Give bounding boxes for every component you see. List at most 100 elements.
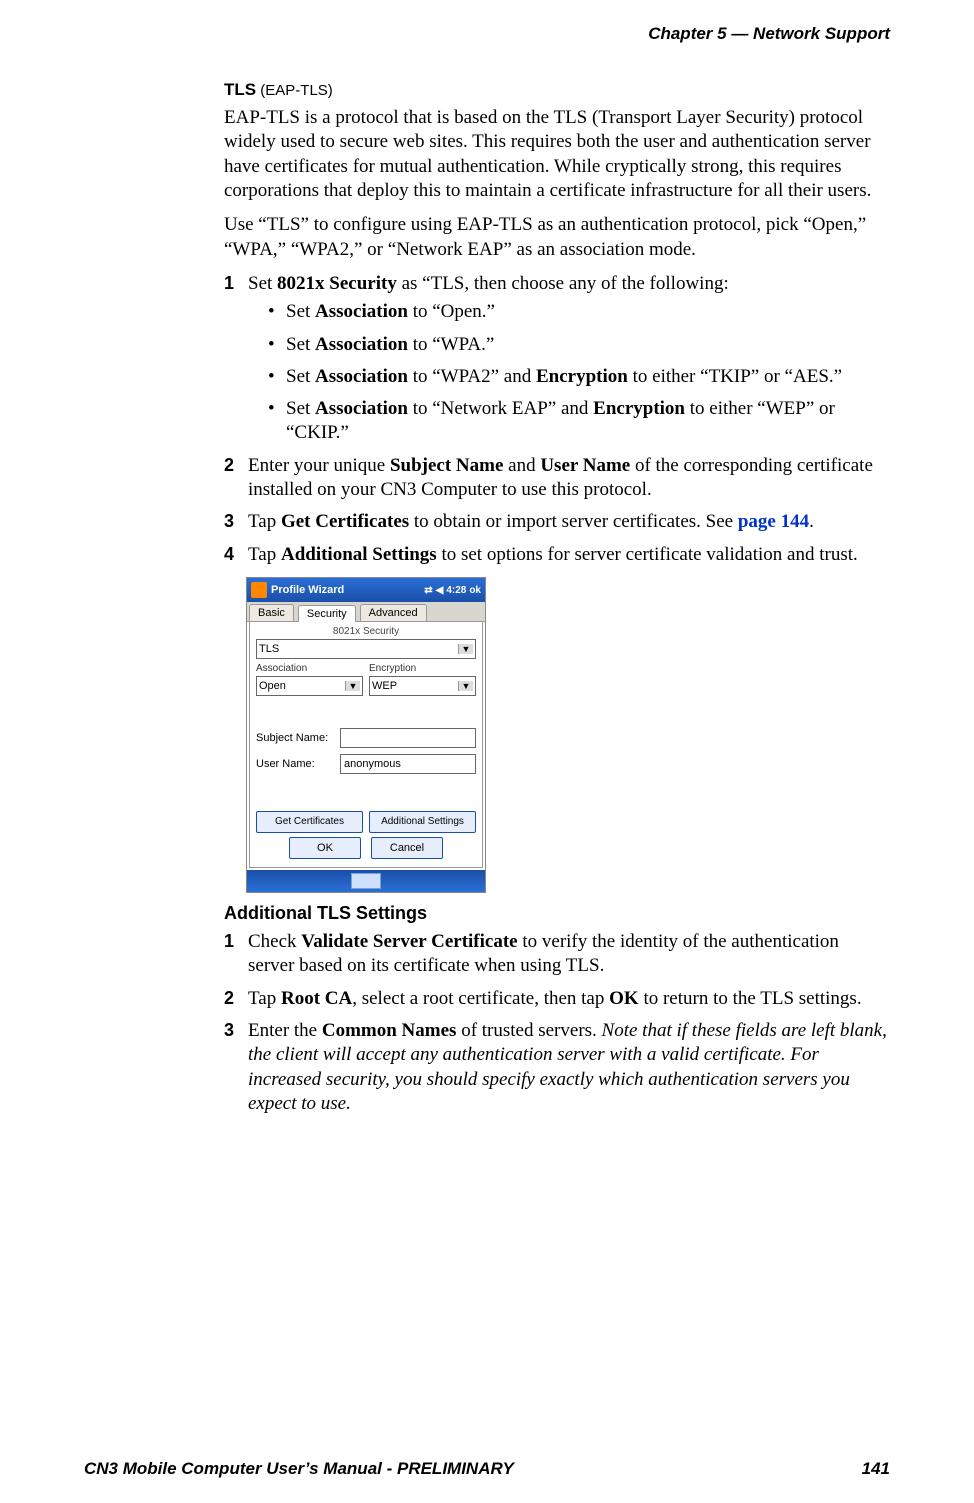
page-number: 141 xyxy=(862,1459,890,1479)
label-8021x-security: 8021x Security xyxy=(277,273,397,294)
text: and xyxy=(503,455,540,476)
text: to “WPA.” xyxy=(408,334,494,355)
text: Enter your unique xyxy=(248,455,390,476)
bullets: Set Association to “Open.” Set Associati… xyxy=(268,300,890,446)
label-ok: OK xyxy=(609,988,639,1009)
section-heading-tls: TLS (EAP-TLS) xyxy=(224,80,890,100)
bullet-network-eap: Set Association to “Network EAP” and Enc… xyxy=(268,397,890,446)
ok-button[interactable]: OK xyxy=(289,837,361,859)
label-association: Association xyxy=(315,301,408,322)
bullet-wpa2: Set Association to “WPA2” and Encryption… xyxy=(268,365,890,389)
tabs: Basic Security Advanced xyxy=(247,602,485,622)
tab-basic[interactable]: Basic xyxy=(249,604,294,621)
security-value: TLS xyxy=(259,643,458,655)
steps-list: Set 8021x Security as “TLS, then choose … xyxy=(224,272,890,567)
user-name-input[interactable]: anonymous xyxy=(340,754,476,774)
tab-advanced[interactable]: Advanced xyxy=(360,604,427,621)
text: of trusted servers. xyxy=(456,1020,601,1041)
text: Set xyxy=(286,301,315,322)
label-get-certificates: Get Certificates xyxy=(281,511,409,532)
label-user-name: User Name xyxy=(540,455,630,476)
label-encryption: Encryption xyxy=(536,366,628,387)
tray: ⇄ ◀ 4:28 ok xyxy=(424,585,481,596)
bullet-wpa: Set Association to “WPA.” xyxy=(268,333,890,357)
label-root-ca: Root CA xyxy=(281,988,352,1009)
window-title: Profile Wizard xyxy=(271,584,424,596)
chevron-down-icon: ▼ xyxy=(458,681,473,691)
clock: 4:28 xyxy=(446,585,466,596)
label-encryption: Encryption xyxy=(593,398,685,419)
label-association: Association xyxy=(315,398,408,419)
cancel-button[interactable]: Cancel xyxy=(371,837,443,859)
label-validate-server-certificate: Validate Server Certificate xyxy=(301,931,517,952)
text: Set xyxy=(286,366,315,387)
label-association: Association xyxy=(315,334,408,355)
running-header: Chapter 5 — Network Support xyxy=(84,24,890,44)
text: to “Network EAP” and xyxy=(408,398,593,419)
volume-icon[interactable]: ◀ xyxy=(436,585,444,596)
connectivity-icon[interactable]: ⇄ xyxy=(424,585,432,596)
content: TLS (EAP-TLS) EAP-TLS is a protocol that… xyxy=(224,80,890,1116)
subject-name-input[interactable] xyxy=(340,728,476,748)
subheading-additional-tls-settings: Additional TLS Settings xyxy=(224,903,890,924)
text: . xyxy=(809,511,814,532)
association-combo[interactable]: Open ▼ xyxy=(256,676,363,696)
security-combo[interactable]: TLS ▼ xyxy=(256,639,476,659)
step-3: Tap Get Certificates to obtain or import… xyxy=(224,510,890,534)
encryption-value: WEP xyxy=(372,680,458,692)
additional-step-3: Enter the Common Names of trusted server… xyxy=(224,1019,890,1116)
ok-button[interactable]: ok xyxy=(469,585,481,596)
start-icon[interactable] xyxy=(251,582,267,598)
chevron-down-icon: ▼ xyxy=(458,644,473,654)
text: as “TLS, then choose any of the followin… xyxy=(397,273,729,294)
text: , select a root certificate, then tap xyxy=(352,988,609,1009)
association-value: Open xyxy=(259,680,345,692)
text: to “WPA2” and xyxy=(408,366,536,387)
additional-settings-button[interactable]: Additional Settings xyxy=(369,811,476,833)
additional-step-2: Tap Root CA, select a root certificate, … xyxy=(224,987,890,1011)
paragraph-eap-tls-desc: EAP-TLS is a protocol that is based on t… xyxy=(224,106,890,203)
page: Chapter 5 — Network Support TLS (EAP-TLS… xyxy=(0,0,974,1503)
titlebar: Profile Wizard ⇄ ◀ 4:28 ok xyxy=(247,578,485,602)
heading-bold: TLS xyxy=(224,80,256,99)
step-4: Tap Additional Settings to set options f… xyxy=(224,543,890,567)
text: Tap xyxy=(248,511,281,532)
text: Set xyxy=(286,334,315,355)
subject-name-label: Subject Name: xyxy=(256,732,340,744)
label-association: Association xyxy=(256,663,363,674)
label-additional-settings: Additional Settings xyxy=(281,544,437,565)
text: to set options for server certificate va… xyxy=(437,544,858,565)
heading-paren: (EAP-TLS) xyxy=(256,82,333,99)
text: Check xyxy=(248,931,301,952)
paragraph-use-tls: Use “TLS” to configure using EAP-TLS as … xyxy=(224,213,890,262)
text: Set xyxy=(286,398,315,419)
text: Tap xyxy=(248,544,281,565)
link-page-144[interactable]: page 144 xyxy=(738,511,809,532)
text: Set xyxy=(248,273,277,294)
bullet-open: Set Association to “Open.” xyxy=(268,300,890,324)
text: to return to the TLS settings. xyxy=(639,988,862,1009)
encryption-combo[interactable]: WEP ▼ xyxy=(369,676,476,696)
footer-title: CN3 Mobile Computer User’s Manual - PREL… xyxy=(84,1459,514,1479)
label-association: Association xyxy=(315,366,408,387)
get-certificates-button[interactable]: Get Certificates xyxy=(256,811,363,833)
label-common-names: Common Names xyxy=(322,1020,457,1041)
chevron-down-icon: ▼ xyxy=(345,681,360,691)
label-encryption: Encryption xyxy=(369,663,476,674)
text: to obtain or import server certificates.… xyxy=(409,511,738,532)
group-label-8021x: 8021x Security xyxy=(256,626,476,637)
additional-step-1: Check Validate Server Certificate to ver… xyxy=(224,930,890,979)
security-panel: 8021x Security TLS ▼ Association Open ▼ … xyxy=(249,621,483,868)
step-1: Set 8021x Security as “TLS, then choose … xyxy=(224,272,890,446)
keyboard-icon[interactable] xyxy=(351,873,381,889)
text: to either “TKIP” or “AES.” xyxy=(628,366,842,387)
tab-security[interactable]: Security xyxy=(298,605,356,622)
text: to “Open.” xyxy=(408,301,495,322)
user-name-label: User Name: xyxy=(256,758,340,770)
step-2: Enter your unique Subject Name and User … xyxy=(224,454,890,503)
footer: CN3 Mobile Computer User’s Manual - PREL… xyxy=(84,1459,890,1479)
additional-steps-list: Check Validate Server Certificate to ver… xyxy=(224,930,890,1116)
bottom-bar xyxy=(247,870,485,892)
device-screenshot: Profile Wizard ⇄ ◀ 4:28 ok Basic Securit… xyxy=(246,577,486,893)
text: Enter the xyxy=(248,1020,322,1041)
